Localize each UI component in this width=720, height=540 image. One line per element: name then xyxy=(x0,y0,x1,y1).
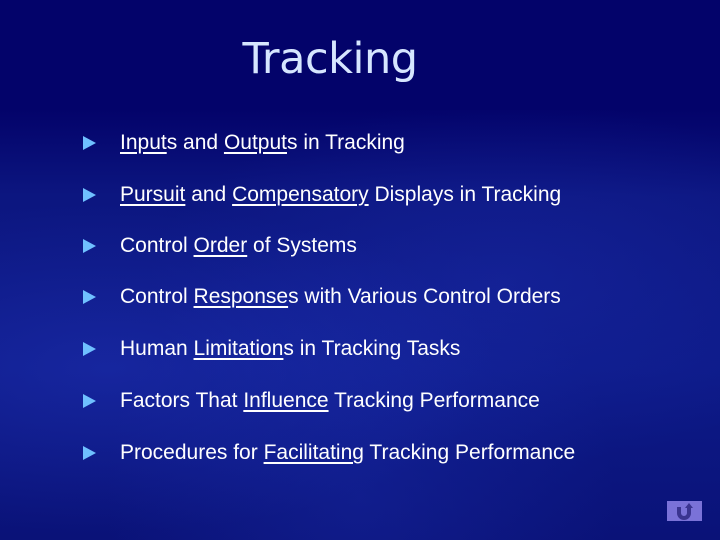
return-button[interactable] xyxy=(667,501,702,521)
underlined-term: Output xyxy=(223,131,287,154)
bullet-text-part: Control xyxy=(120,285,194,308)
bullet-item: Human Limitations in Tracking Tasks xyxy=(83,334,460,364)
bullet-text: Human Limitations in Tracking Tasks xyxy=(120,337,460,361)
bullet-text: Procedures for Facilitating Tracking Per… xyxy=(120,441,575,465)
underlined-term: Pursuit xyxy=(120,183,186,206)
underlined-term: Response xyxy=(193,285,289,308)
underlined-term: Limitation xyxy=(193,337,284,360)
triangle-right-icon xyxy=(83,136,96,150)
bullet-text-part: Human xyxy=(120,337,194,360)
bullet-item: Control Responses with Various Control O… xyxy=(83,282,561,312)
slide-title: Tracking xyxy=(242,34,418,84)
bullet-text: Control Order of Systems xyxy=(120,234,357,258)
bullet-text: Inputs and Outputs in Tracking xyxy=(120,131,405,155)
bullet-item: Factors That Influence Tracking Performa… xyxy=(83,386,540,416)
triangle-right-icon xyxy=(83,290,96,304)
underlined-term: Facilitating xyxy=(263,441,364,464)
bullet-item: Procedures for Facilitating Tracking Per… xyxy=(83,438,575,468)
bullet-text: Control Responses with Various Control O… xyxy=(120,285,561,309)
triangle-right-icon xyxy=(83,446,96,460)
bullet-text: Pursuit and Compensatory Displays in Tra… xyxy=(120,183,561,207)
underlined-term: Compensatory xyxy=(232,183,369,206)
bullet-text-part: Control xyxy=(120,234,194,257)
triangle-right-icon xyxy=(83,188,96,202)
bullet-text-part: and xyxy=(185,183,233,206)
underlined-term: Input xyxy=(120,131,167,154)
triangle-right-icon xyxy=(83,342,96,356)
bullet-text-part: Tracking Performance xyxy=(363,441,576,464)
bullet-text: Factors That Influence Tracking Performa… xyxy=(120,389,540,413)
bullet-text-part: Procedures for xyxy=(120,441,264,464)
bullet-text-part: s with Various Control Orders xyxy=(288,285,561,308)
underlined-term: Influence xyxy=(243,389,329,412)
triangle-right-icon xyxy=(83,394,96,408)
bullet-text-part: of Systems xyxy=(247,234,357,257)
bullet-text-part: s and xyxy=(166,131,224,154)
bullet-item: Pursuit and Compensatory Displays in Tra… xyxy=(83,180,561,210)
bullet-text-part: Factors That xyxy=(120,389,244,412)
bullet-text-part: s in Tracking xyxy=(286,131,405,154)
triangle-right-icon xyxy=(83,239,96,253)
bullet-text-part: Tracking Performance xyxy=(328,389,540,412)
bullet-item: Control Order of Systems xyxy=(83,231,357,261)
bullet-item: Inputs and Outputs in Tracking xyxy=(83,128,405,158)
underlined-term: Order xyxy=(193,234,248,257)
return-arrow-icon xyxy=(676,503,693,520)
bullet-text-part: Displays in Tracking xyxy=(368,183,562,206)
background-texture xyxy=(0,110,720,540)
bullet-text-part: s in Tracking Tasks xyxy=(283,337,461,360)
